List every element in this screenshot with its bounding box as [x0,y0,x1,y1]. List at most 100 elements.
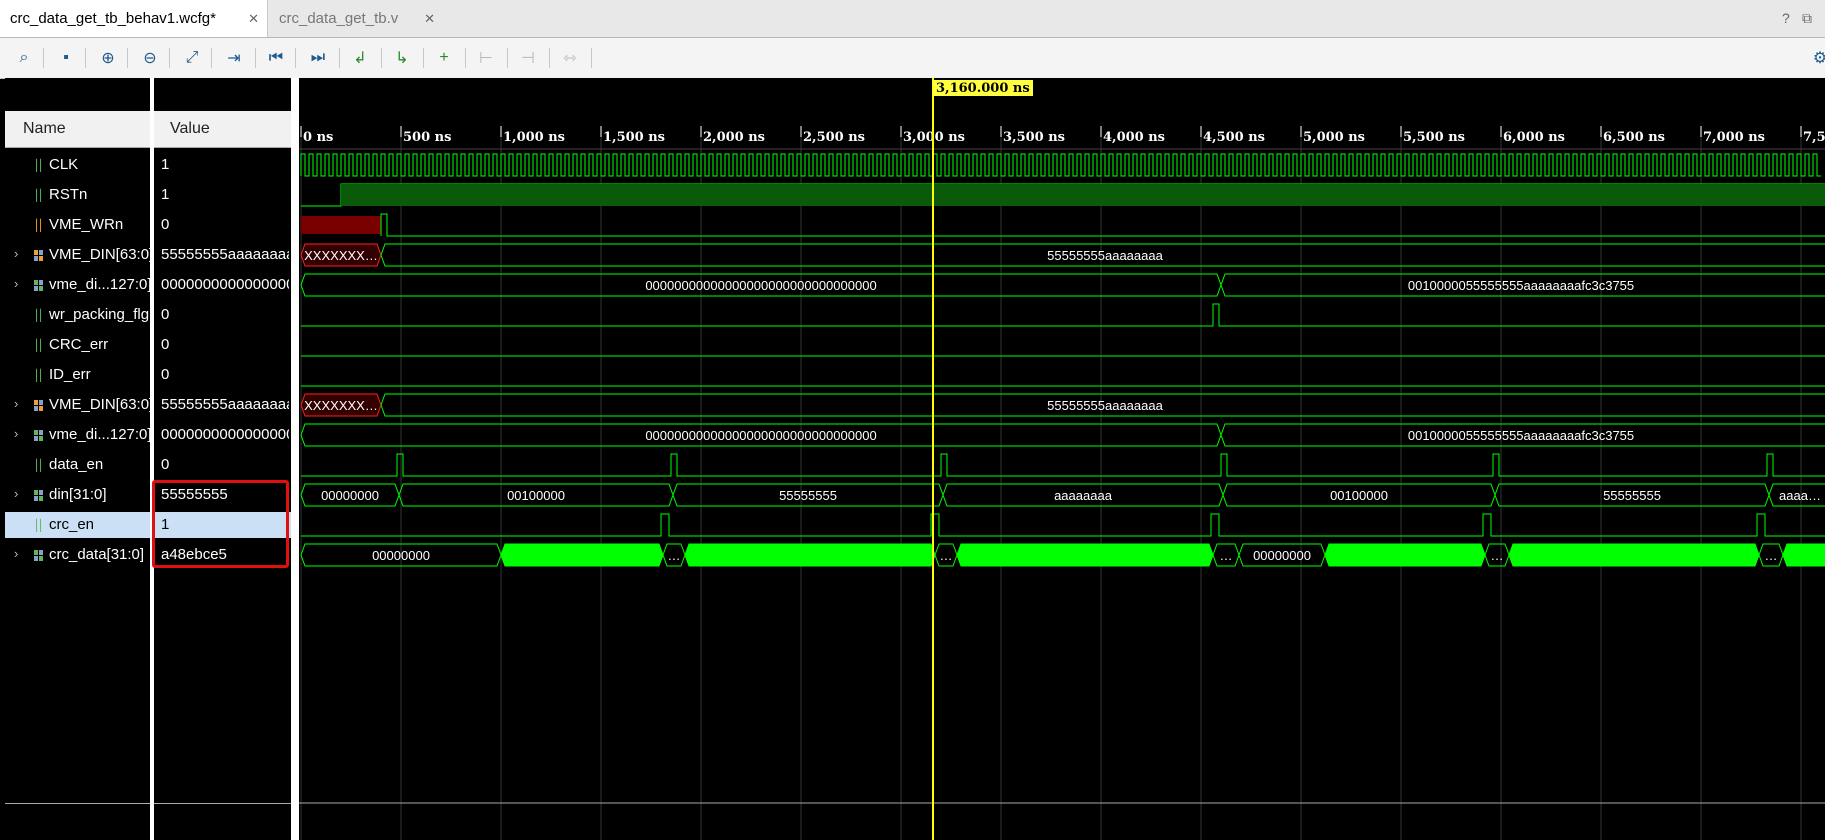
ruler-tick-label: 6,000 ns [1503,130,1565,145]
zoom-fit-icon[interactable]: ⤢ [180,46,204,70]
svg-text:│: │ [37,188,44,202]
value-row-2[interactable]: 0 [154,212,291,238]
ruler-tick-label: 5,500 ns [1403,130,1465,145]
value-row-5[interactable]: 0 [154,302,291,328]
signal-name: CRC_err [49,336,109,353]
waveform-toolbar: ⌕ ▪ ⊕ ⊖ ⤢ ⇥ ⏮ ⏭ ↲ ↳ + ⊢ ⊣ ⇿ ⚙ [0,38,1825,79]
signal-row-2[interactable]: │ │ VME_WRn [5,212,150,238]
go-to-time-0-icon[interactable]: ⏮ [264,46,288,70]
value-row-0[interactable]: 1 [154,152,291,178]
value-row-6[interactable]: 0 [154,332,291,358]
bus-dense-segment [956,543,1214,567]
signal-row-10[interactable]: │ │ data_en [5,452,150,478]
bus-value-label: aaaa… [1779,488,1821,503]
go-to-last-time-icon[interactable]: ⏭ [306,46,330,70]
tab-wcfg[interactable]: crc_data_get_tb_behav1.wcfg* ✕ [0,0,268,37]
signal-value: 55555555aaaaaaaa [161,396,289,413]
tab-testbench[interactable]: crc_data_get_tb.v ✕ [269,0,443,37]
bus-value-label: … [940,548,953,563]
restore-icon[interactable]: ⧉ [1802,10,1812,27]
ruler-tick-label: 5,000 ns [1303,130,1365,145]
value-column-header[interactable]: Value [154,111,291,148]
go-to-cursor-icon[interactable]: ⇥ [222,46,246,70]
value-row-10[interactable]: 0 [154,452,291,478]
signal-name: vme_di...127:0] [49,276,150,293]
bus-dense-segment [500,543,664,567]
tab-label: crc_data_get_tb_behav1.wcfg* [10,10,216,27]
zoom-out-icon[interactable]: ⊖ [138,46,162,70]
previous-marker-icon[interactable]: ⊢ [474,46,498,70]
signal-name: VME_WRn [49,216,124,233]
wr-packing-flg-waveform [301,303,1825,327]
zoom-in-icon[interactable]: ⊕ [96,46,120,70]
signal-name: din[31:0] [49,486,107,503]
bus-value-label: 0010000055555555aaaaaaaafc3c3755 [1408,428,1634,443]
bus-value-label: 00100000 [507,488,565,503]
ruler-tick-label: 7,5 [1803,130,1825,145]
bus-dense-segment [1324,543,1486,567]
expand-chevron-icon[interactable]: › [14,276,18,291]
signal-name: VME_DIN[63:0] [49,246,150,263]
signal-row-8[interactable]: › VME_DIN[63:0] [5,392,150,418]
value-row-7[interactable]: 0 [154,362,291,388]
bus-signal-icon [33,398,45,412]
expand-chevron-icon[interactable]: › [14,546,18,561]
ruler-tick-label: 4,500 ns [1203,130,1265,145]
bus-value-label: 00000000 [321,488,379,503]
expand-chevron-icon[interactable]: › [14,486,18,501]
bus-value-label: 00000000000000000000000000000000 [645,428,876,443]
signal-row-11[interactable]: › din[31:0] [5,482,150,508]
swap-cursors-icon[interactable]: ⇿ [558,46,582,70]
signal-name: VME_DIN[63:0] [49,396,150,413]
value-row-3[interactable]: 55555555aaaaaaaa [154,242,291,268]
value-row-4[interactable]: 00000000000000000000 [154,272,291,298]
signal-row-13[interactable]: › crc_data[31:0] [5,542,150,568]
signal-row-9[interactable]: › vme_di...127:0] [5,422,150,448]
signal-row-0[interactable]: │ │ CLK [5,152,150,178]
bus-signal-icon [33,428,45,442]
ruler-tick-label: 1,000 ns [503,130,565,145]
signal-row-5[interactable]: │ │ wr_packing_flg [5,302,150,328]
signal-row-12[interactable]: │ │ crc_en [5,512,150,538]
signal-row-1[interactable]: │ │ RSTn [5,182,150,208]
signal-row-3[interactable]: › VME_DIN[63:0] [5,242,150,268]
bus-value-label: 0010000055555555aaaaaaaafc3c3755 [1408,278,1634,293]
expand-chevron-icon[interactable]: › [14,246,18,261]
bus-value-label: 55555555 [779,488,837,503]
save-icon[interactable]: ▪ [54,46,78,70]
bus-value-label: … [1220,548,1233,563]
search-icon[interactable]: ⌕ [12,46,36,70]
bus-value-label: … [1491,548,1504,563]
bus-signal-icon [33,248,45,262]
bus-dense-segment [684,543,936,567]
signal-value: 1 [161,156,170,173]
name-column-header[interactable]: Name [5,111,150,148]
value-row-8[interactable]: 55555555aaaaaaaa [154,392,291,418]
waveform-canvas[interactable]: 0 ns 500 ns 1,000 ns 1,500 ns 2,000 ns 2,500 … [299,78,1825,840]
bus-value-label: … [668,548,681,563]
help-icon[interactable]: ? [1782,10,1790,26]
logic-signal-icon: │ │ [33,338,45,353]
close-icon[interactable]: ✕ [248,11,259,27]
svg-text:│: │ [37,368,44,382]
next-marker-icon[interactable]: ⊣ [516,46,540,70]
signal-row-6[interactable]: │ │ CRC_err [5,332,150,358]
clk-waveform [300,153,1821,177]
add-marker-icon[interactable]: + [432,46,456,70]
panel-splitter[interactable] [291,78,299,840]
signal-row-7[interactable]: │ │ ID_err [5,362,150,388]
previous-transition-icon[interactable]: ↲ [348,46,372,70]
settings-icon[interactable]: ⚙ [1808,46,1825,70]
expand-chevron-icon[interactable]: › [14,396,18,411]
signal-row-4[interactable]: › vme_di...127:0] [5,272,150,298]
close-icon[interactable]: ✕ [424,11,435,27]
bus-dense-segment [1508,543,1760,567]
value-row-1[interactable]: 1 [154,182,291,208]
logic-signal-icon: │ │ [33,458,45,473]
next-transition-icon[interactable]: ↳ [390,46,414,70]
expand-chevron-icon[interactable]: › [14,426,18,441]
value-row-9[interactable]: 00000000000000000000 [154,422,291,448]
vme-wrn-undefined [301,216,381,234]
signal-value: 0 [161,216,170,233]
ruler-tick-label: 2,500 ns [803,130,865,145]
